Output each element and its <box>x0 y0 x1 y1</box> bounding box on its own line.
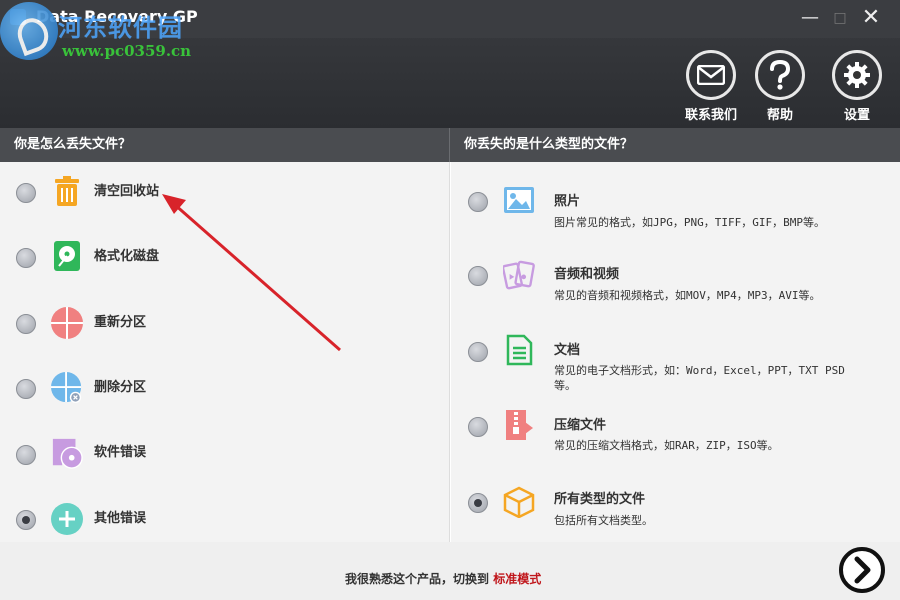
watermark-url: www.pc0359.cn <box>62 42 192 60</box>
photo-desc: 图片常见的格式，如JPG，PNG，TIFF，GIF，BMP等。 <box>554 216 825 229</box>
help-button[interactable]: 帮助 <box>748 50 812 123</box>
repartition-radio[interactable] <box>16 314 36 334</box>
footer-text: 我很熟悉这个产品，切换到 标准模式 <box>345 570 541 587</box>
all-types-title[interactable]: 所有类型的文件 <box>554 488 645 507</box>
document-radio[interactable] <box>468 342 488 362</box>
audio-video-title[interactable]: 音频和视频 <box>554 263 619 282</box>
software-error-radio[interactable] <box>16 445 36 465</box>
all-types-desc: 包括所有文档类型。 <box>554 514 653 527</box>
maximize-button[interactable]: □ <box>828 6 852 30</box>
help-label: 帮助 <box>766 108 793 123</box>
audio-video-radio[interactable] <box>468 266 488 286</box>
format-disk-radio[interactable] <box>16 248 36 268</box>
audio-video-desc: 常见的音频和视频格式，如MOV，MP4，MP3，AVI等。 <box>554 289 821 302</box>
watermark-name: 河东软件园 <box>58 13 183 42</box>
software-error-label[interactable]: 软件错误 <box>94 441 146 460</box>
photo-title[interactable]: 照片 <box>554 190 580 209</box>
settings-label: 设置 <box>843 108 870 123</box>
other-error-label[interactable]: 其他错误 <box>94 507 146 526</box>
media-icon <box>503 260 535 290</box>
next-arrow-icon[interactable] <box>838 546 886 594</box>
trash-icon <box>55 176 79 206</box>
image-icon <box>504 187 534 213</box>
all-types-radio[interactable] <box>468 493 488 513</box>
archive-radio[interactable] <box>468 417 488 437</box>
gear-icon <box>832 50 882 100</box>
box-icon <box>503 486 535 518</box>
close-button[interactable]: ✕ <box>859 6 883 30</box>
repartition-label[interactable]: 重新分区 <box>94 311 146 330</box>
photo-radio[interactable] <box>468 192 488 212</box>
loss-reason-panel <box>0 162 449 542</box>
disk-icon <box>54 241 80 271</box>
archive-desc: 常见的压缩文档格式，如RAR，ZIP，ISO等。 <box>554 439 779 452</box>
disc-icon <box>52 438 83 469</box>
loss-reason-title: 你是怎么丢失文件？ <box>14 137 132 152</box>
mail-icon <box>686 50 736 100</box>
footer-prompt: 我很熟悉这个产品，切换到 <box>345 572 490 586</box>
standard-mode-link[interactable]: 标准模式 <box>493 572 541 586</box>
empty-recycle-bin-label[interactable]: 清空回收站 <box>94 180 159 199</box>
section-header-strip <box>0 128 900 162</box>
help-icon <box>755 50 805 100</box>
plus-icon <box>51 503 83 535</box>
contact-label: 联系我们 <box>684 108 737 123</box>
section-divider <box>449 128 450 162</box>
contact-button[interactable]: 联系我们 <box>679 50 743 123</box>
delete-partition-radio[interactable] <box>16 379 36 399</box>
watermark-logo <box>0 2 58 60</box>
file-type-title: 你丢失的是什么类型的文件？ <box>464 137 634 152</box>
delete-partition-icon <box>51 372 82 404</box>
settings-button[interactable]: 设置 <box>825 50 889 123</box>
delete-partition-label[interactable]: 删除分区 <box>94 376 146 395</box>
archive-icon <box>506 410 533 440</box>
document-desc: 常见的电子文档形式，如：Word，Excel，PPT，TXT PSD等。 <box>554 364 845 392</box>
partition-icon <box>51 307 83 339</box>
minimize-button[interactable]: — <box>798 6 822 30</box>
format-disk-label[interactable]: 格式化磁盘 <box>94 245 159 264</box>
empty-recycle-bin-radio[interactable] <box>16 183 36 203</box>
document-icon <box>506 334 533 366</box>
other-error-radio[interactable] <box>16 510 36 530</box>
archive-title[interactable]: 压缩文件 <box>554 414 606 433</box>
document-title[interactable]: 文档 <box>554 339 580 358</box>
